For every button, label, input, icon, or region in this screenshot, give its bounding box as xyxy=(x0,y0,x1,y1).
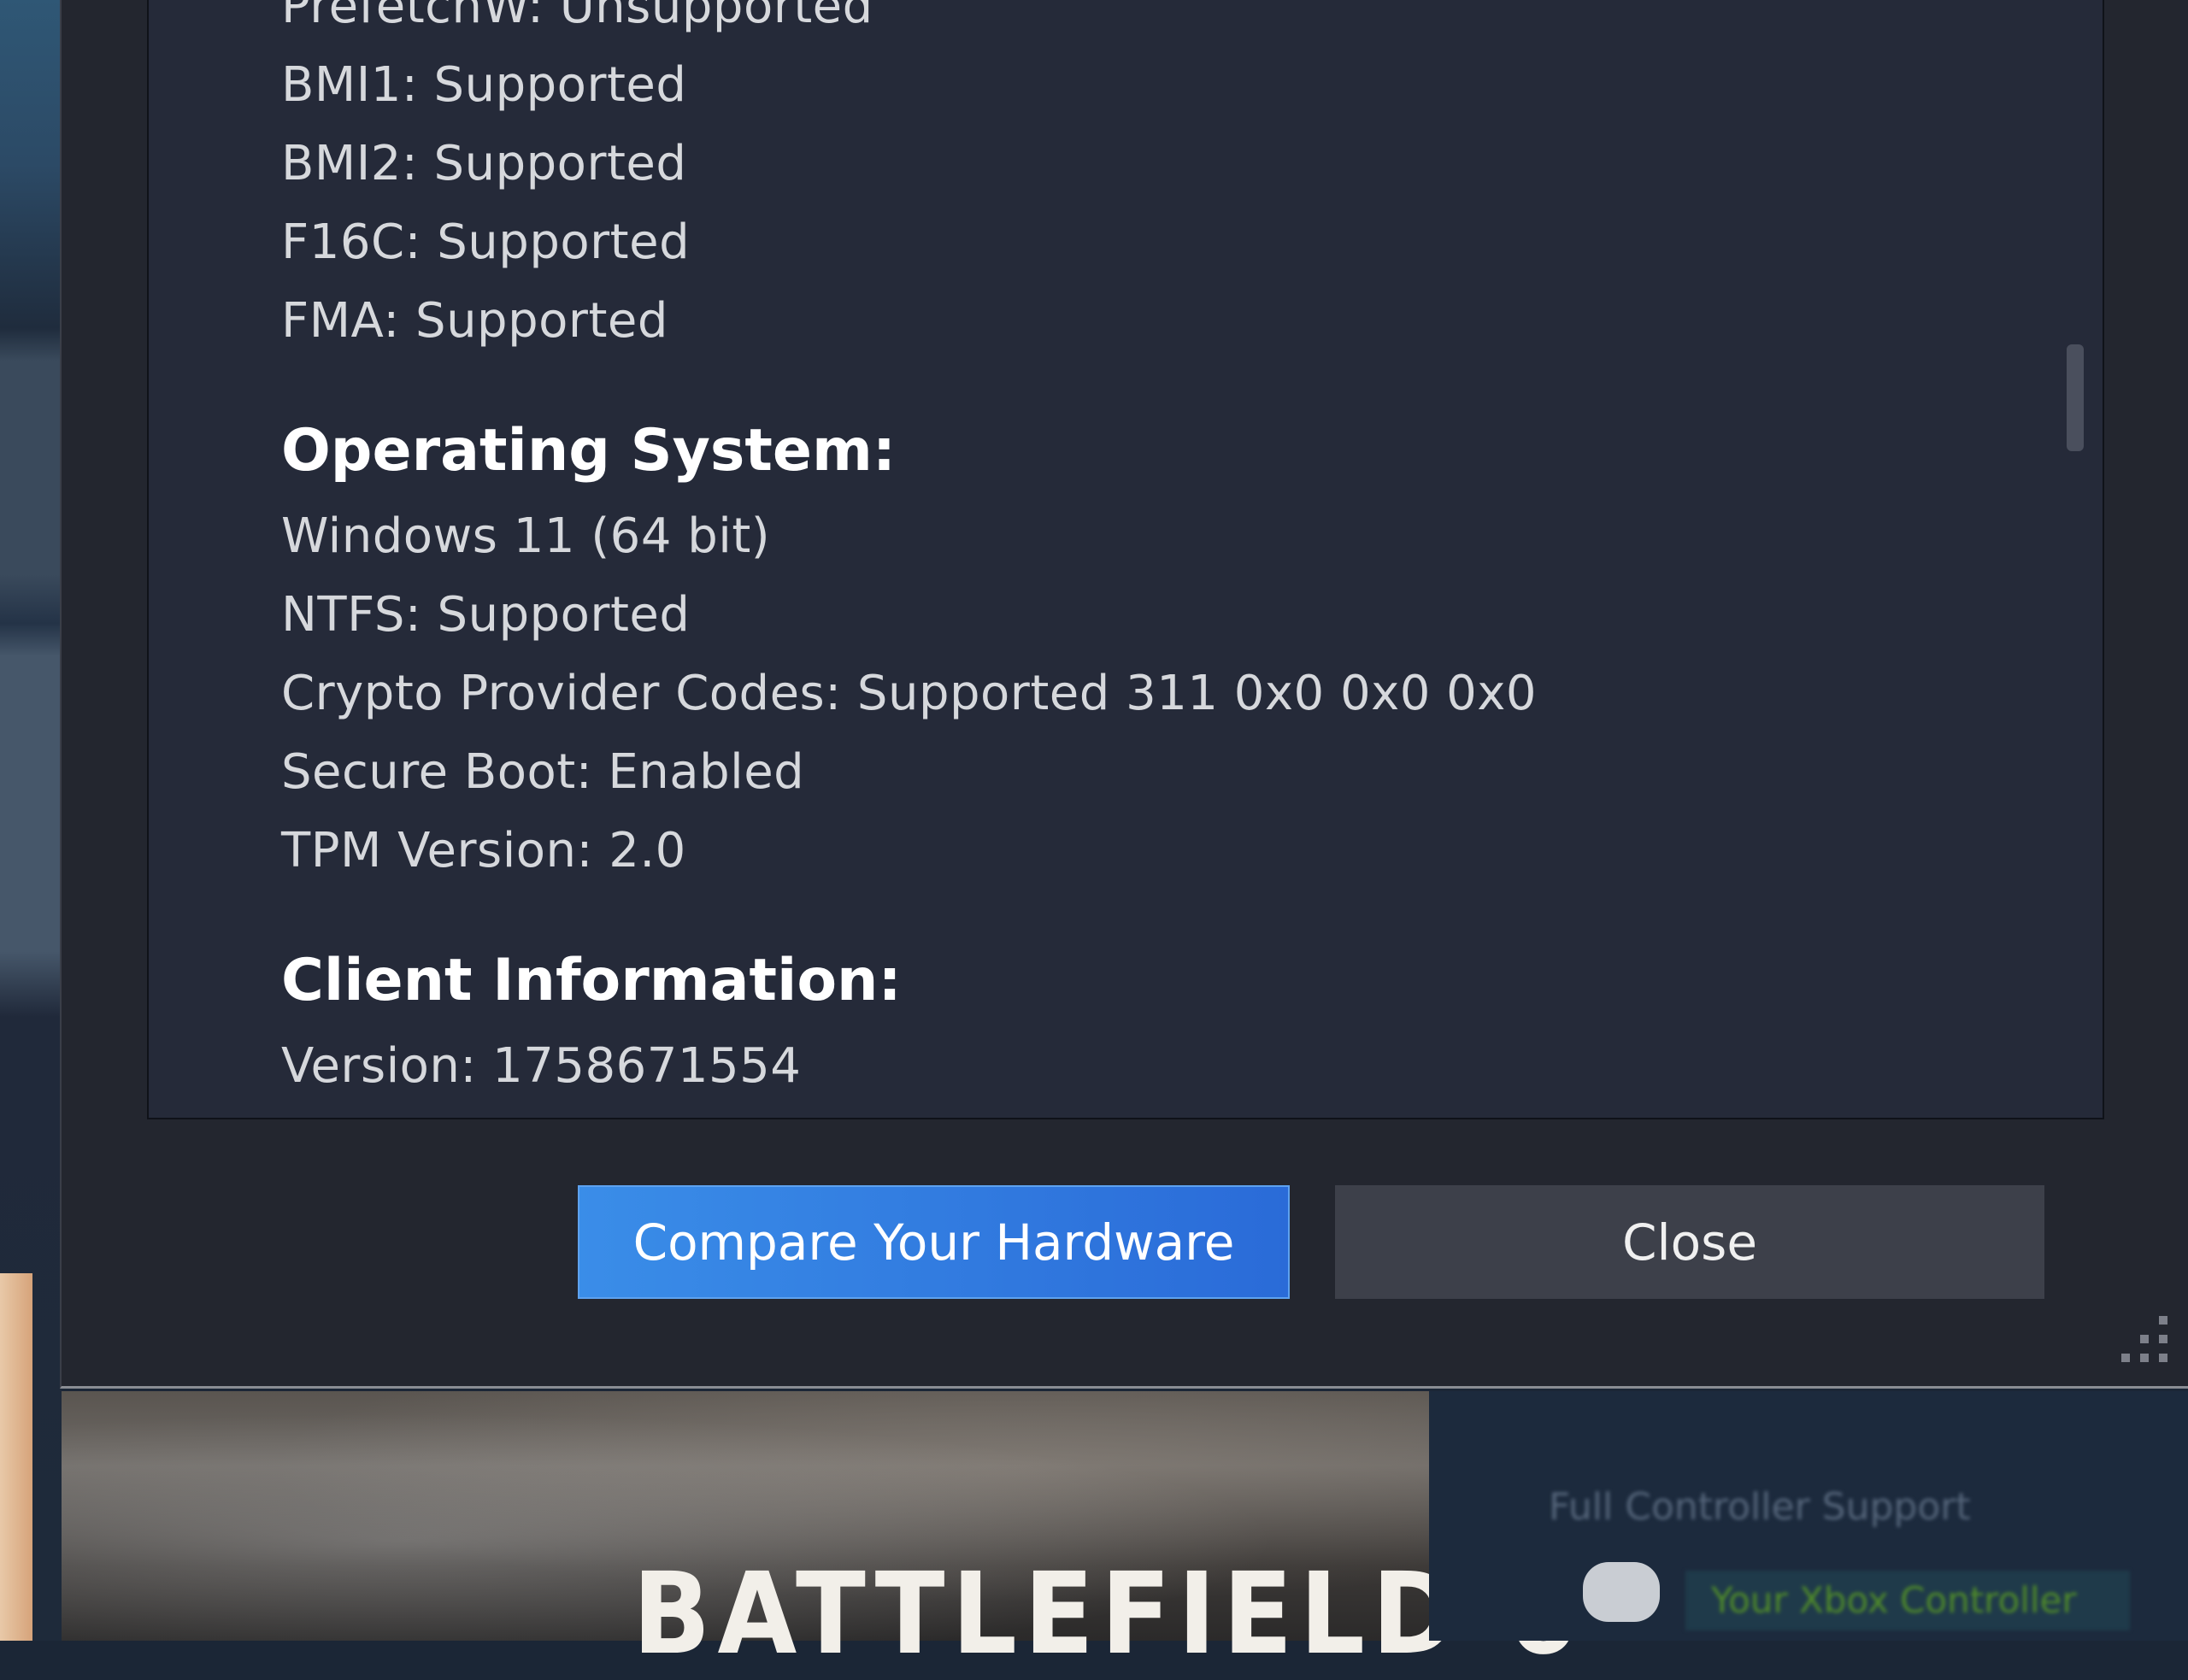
system-info-scroll-panel[interactable]: PrefetchW: Unsupported BMI1: Supported B… xyxy=(147,0,2104,1119)
info-line-bmi1: BMI1: Supported xyxy=(281,57,687,113)
close-button[interactable]: Close xyxy=(1335,1185,2044,1299)
controller-label: Your Xbox Controller xyxy=(1685,1571,2130,1630)
info-line-secure-boot: Secure Boot: Enabled xyxy=(281,744,805,800)
info-line-prefetchw: PrefetchW: Unsupported xyxy=(281,0,873,34)
info-line-crypto: Crypto Provider Codes: Supported 311 0x0… xyxy=(281,666,1538,721)
info-line-ntfs: NTFS: Supported xyxy=(281,587,691,643)
info-line-f16c: F16C: Supported xyxy=(281,214,691,270)
scrollbar-thumb[interactable] xyxy=(2067,344,2084,451)
os-heading: Operating System: xyxy=(281,417,897,485)
info-line-version: Version: 1758671554 xyxy=(281,1038,802,1094)
controller-icon xyxy=(1583,1562,1660,1622)
info-line-tpm: TPM Version: 2.0 xyxy=(281,823,686,878)
background-steam-window xyxy=(0,0,62,1641)
system-information-dialog: PrefetchW: Unsupported BMI1: Supported B… xyxy=(60,0,2188,1389)
background-thumbnail xyxy=(0,1273,32,1641)
info-line-bmi2: BMI2: Supported xyxy=(281,136,687,191)
client-heading: Client Information: xyxy=(281,947,902,1014)
feature-label: Full Controller Support xyxy=(1549,1485,1971,1529)
compare-hardware-button[interactable]: Compare Your Hardware xyxy=(578,1185,1290,1299)
resize-grip-icon[interactable] xyxy=(2121,1316,2173,1367)
game-features-panel: Full Controller Support Your Xbox Contro… xyxy=(1429,1391,2188,1641)
info-line-windows: Windows 11 (64 bit) xyxy=(281,508,771,564)
system-info-content: PrefetchW: Unsupported BMI1: Supported B… xyxy=(281,0,1905,1106)
info-line-fma: FMA: Supported xyxy=(281,293,668,349)
